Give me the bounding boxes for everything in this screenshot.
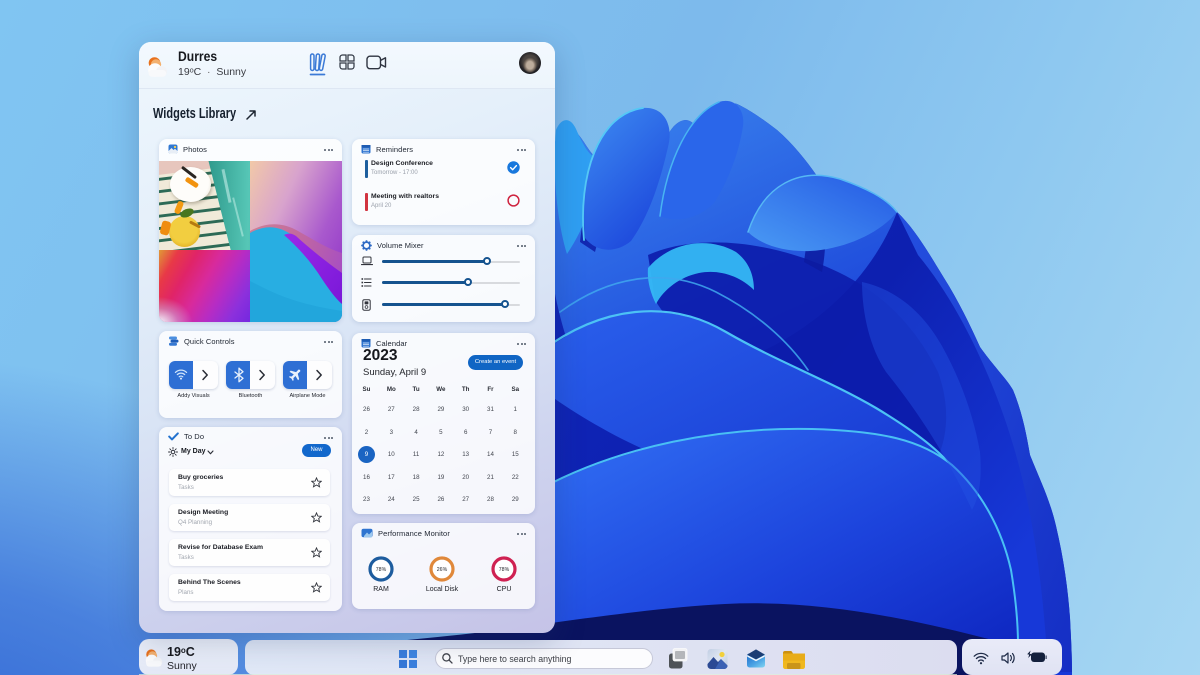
svg-text:26%: 26% bbox=[437, 567, 448, 573]
svg-text:78%: 78% bbox=[499, 567, 510, 573]
svg-text:78%: 78% bbox=[376, 567, 387, 573]
